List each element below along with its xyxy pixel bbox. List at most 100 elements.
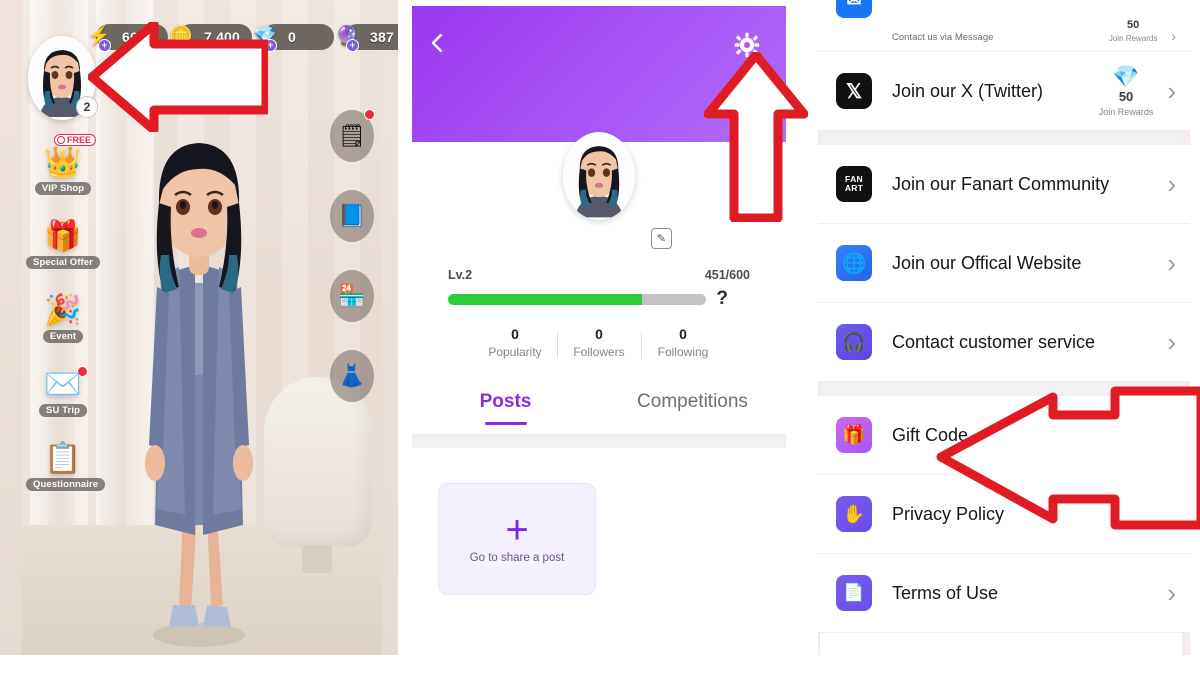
row-join-official-website[interactable]: 🌐 Join our Offical Website › [818, 224, 1190, 303]
currency-coins[interactable]: 🪙 + 7.400 [169, 24, 253, 52]
game-home-panel: ⚡ + 66/ 🪙 + 7.400 💎 + 0 🔮 + 387 2 FREE 👑… [0, 0, 398, 655]
player-character [145, 143, 253, 647]
profile-avatar-portrait [566, 138, 632, 218]
plus-icon: + [505, 508, 529, 552]
stat-followers-label: Followers [573, 345, 625, 359]
screenshot-stage: ⚡ + 66/ 🪙 + 7.400 💎 + 0 🔮 + 387 2 FREE 👑… [0, 0, 1200, 675]
diamonds-value: 0 [288, 29, 297, 45]
mannequin-icon[interactable]: 👗 [330, 350, 374, 402]
menu-item-su-trip[interactable]: ✉️ SU Trip [26, 366, 100, 418]
reward-amount: 50 [1126, 19, 1140, 31]
menu-label-vip-shop: VIP Shop [34, 182, 92, 195]
add-coins-button[interactable]: + [180, 39, 193, 52]
list-section-gap [818, 131, 1190, 145]
album-book-icon[interactable]: 📘 [330, 190, 374, 242]
energy-value: 66/ [122, 29, 143, 45]
level-row: Lv.2 451/600 [448, 268, 750, 282]
reward-label: Join Rewards [1108, 34, 1158, 43]
purple-gem-icon: 💎 [1112, 63, 1140, 89]
messages-icon[interactable]: 🗒 [330, 109, 375, 162]
chevron-right-icon: › [1171, 28, 1176, 44]
add-diamonds-button[interactable]: + [264, 39, 278, 52]
crown-icon: 👑 [44, 146, 82, 179]
stat-popularity-label: Popularity [488, 345, 542, 359]
gear-icon[interactable] [734, 32, 760, 58]
exp-bar-wrapper: ? [448, 288, 728, 310]
stat-following[interactable]: 0 Following [641, 326, 725, 359]
row-label-join-official-website: Join our Offical Website [892, 252, 1082, 273]
currency-gems[interactable]: 🔮 + 387 [335, 24, 398, 52]
fanart-icon: FAN ART [836, 166, 872, 202]
share-post-card[interactable]: + Go to share a post [438, 483, 596, 595]
player-level-badge: 2 [76, 96, 98, 118]
gems-value: 387 [370, 29, 395, 45]
help-question-icon[interactable]: ? [716, 288, 728, 310]
stat-followers-value: 0 [595, 326, 603, 342]
chevron-right-icon: › [1167, 420, 1176, 450]
tab-competitions[interactable]: Competitions [599, 391, 786, 425]
row-join-x-twitter[interactable]: 𝕏 Join our X (Twitter) 💎 50 Join Rewards… [818, 52, 1190, 131]
menu-item-event[interactable]: 🎉 Event [26, 296, 100, 344]
chevron-right-icon: › [1167, 76, 1176, 106]
row-contact-customer-service[interactable]: 🎧 Contact customer service › [818, 303, 1190, 382]
stat-popularity[interactable]: 0 Popularity [473, 326, 557, 359]
currency-diamonds[interactable]: 💎 + 0 [253, 24, 335, 52]
add-gems-button[interactable]: + [346, 39, 360, 52]
exp-progress-fill [448, 293, 642, 305]
left-side-menu: FREE 👑 VIP Shop 🎁 Special Offer 🎉 Event … [26, 134, 106, 518]
chevron-right-icon: › [1167, 499, 1176, 529]
shop-stall-icon[interactable]: 🏪 [330, 270, 374, 322]
coins-value: 7.400 [204, 29, 241, 45]
party-popper-icon: 🎉 [44, 294, 82, 327]
chevron-right-icon: › [1167, 248, 1176, 278]
reward-join-x-twitter: 💎 50 Join Rewards [1099, 63, 1154, 117]
row-terms-of-use[interactable]: 📄 Terms of Use › [818, 554, 1190, 633]
profile-panel: ✎ Lv.2 451/600 ? 0 Popularity 0 Follower… [412, 6, 786, 656]
list-section-gap [818, 382, 1190, 396]
headset-icon: 🎧 [836, 324, 872, 360]
globe-icon: 🌐 [836, 245, 872, 281]
exp-progress-bar [448, 293, 707, 305]
menu-label-su-trip: SU Trip [39, 404, 87, 417]
profile-stats: 0 Popularity 0 Followers 0 Following [412, 326, 786, 359]
stat-following-value: 0 [679, 326, 687, 342]
envelope-icon: ✉️ [44, 368, 82, 401]
messages-notification-dot-icon [364, 109, 375, 120]
profile-header [412, 6, 786, 142]
document-lines-icon: 📄 [836, 575, 872, 611]
free-badge: FREE [54, 134, 97, 146]
add-energy-button[interactable]: + [98, 39, 111, 52]
tab-posts[interactable]: Posts [412, 391, 599, 425]
back-chevron-icon[interactable] [426, 32, 448, 54]
edit-profile-button[interactable]: ✎ [651, 228, 672, 249]
row-join-fanart-community[interactable]: FAN ART Join our Fanart Community › [818, 145, 1190, 224]
row-gift-code[interactable]: 🎁 Gift Code › [818, 396, 1190, 475]
menu-item-vip-shop[interactable]: FREE 👑 VIP Shop [26, 134, 100, 196]
row-label-privacy-policy: Privacy Policy [892, 503, 1005, 524]
level-text: Lv.2 [448, 268, 473, 282]
chevron-right-icon: › [1167, 169, 1176, 199]
stat-popularity-value: 0 [511, 326, 519, 342]
row-contact-via-message[interactable]: ✉ Contact us via Message 50 Join Rewards… [818, 0, 1190, 52]
currency-bar: ⚡ + 66/ 🪙 + 7.400 💎 + 0 🔮 + 387 [87, 24, 398, 52]
reward-contact-via-message: 50 Join Rewards [1109, 15, 1157, 43]
row-label-join-fanart-community: Join our Fanart Community [892, 173, 1110, 194]
currency-energy[interactable]: ⚡ + 66/ [87, 24, 168, 52]
row-label-join-x-twitter: Join our X (Twitter) [892, 80, 1044, 101]
menu-label-event: Event [42, 330, 84, 343]
chevron-right-icon: › [1167, 578, 1176, 608]
settings-list-panel: ✉ Contact us via Message 50 Join Rewards… [818, 0, 1190, 655]
share-post-caption: Go to share a post [469, 552, 565, 564]
row-label-contact-via-message: Contact us via Message [892, 32, 994, 43]
reward-amount: 50 [1118, 88, 1134, 104]
row-label-contact-customer-service: Contact customer service [892, 331, 1096, 352]
row-privacy-policy[interactable]: ✋ Privacy Policy › [818, 475, 1190, 554]
stat-followers[interactable]: 0 Followers [557, 326, 641, 359]
menu-item-questionnaire[interactable]: 📋 Questionnaire [26, 444, 106, 492]
fanart-icon-line2: ART [844, 183, 864, 193]
menu-label-special-offer: Special Offer [26, 256, 100, 269]
row-label-terms-of-use: Terms of Use [892, 582, 999, 603]
row-label-gift-code: Gift Code [892, 424, 969, 445]
menu-item-special-offer[interactable]: 🎁 Special Offer [26, 222, 100, 270]
profile-avatar[interactable] [563, 132, 635, 220]
